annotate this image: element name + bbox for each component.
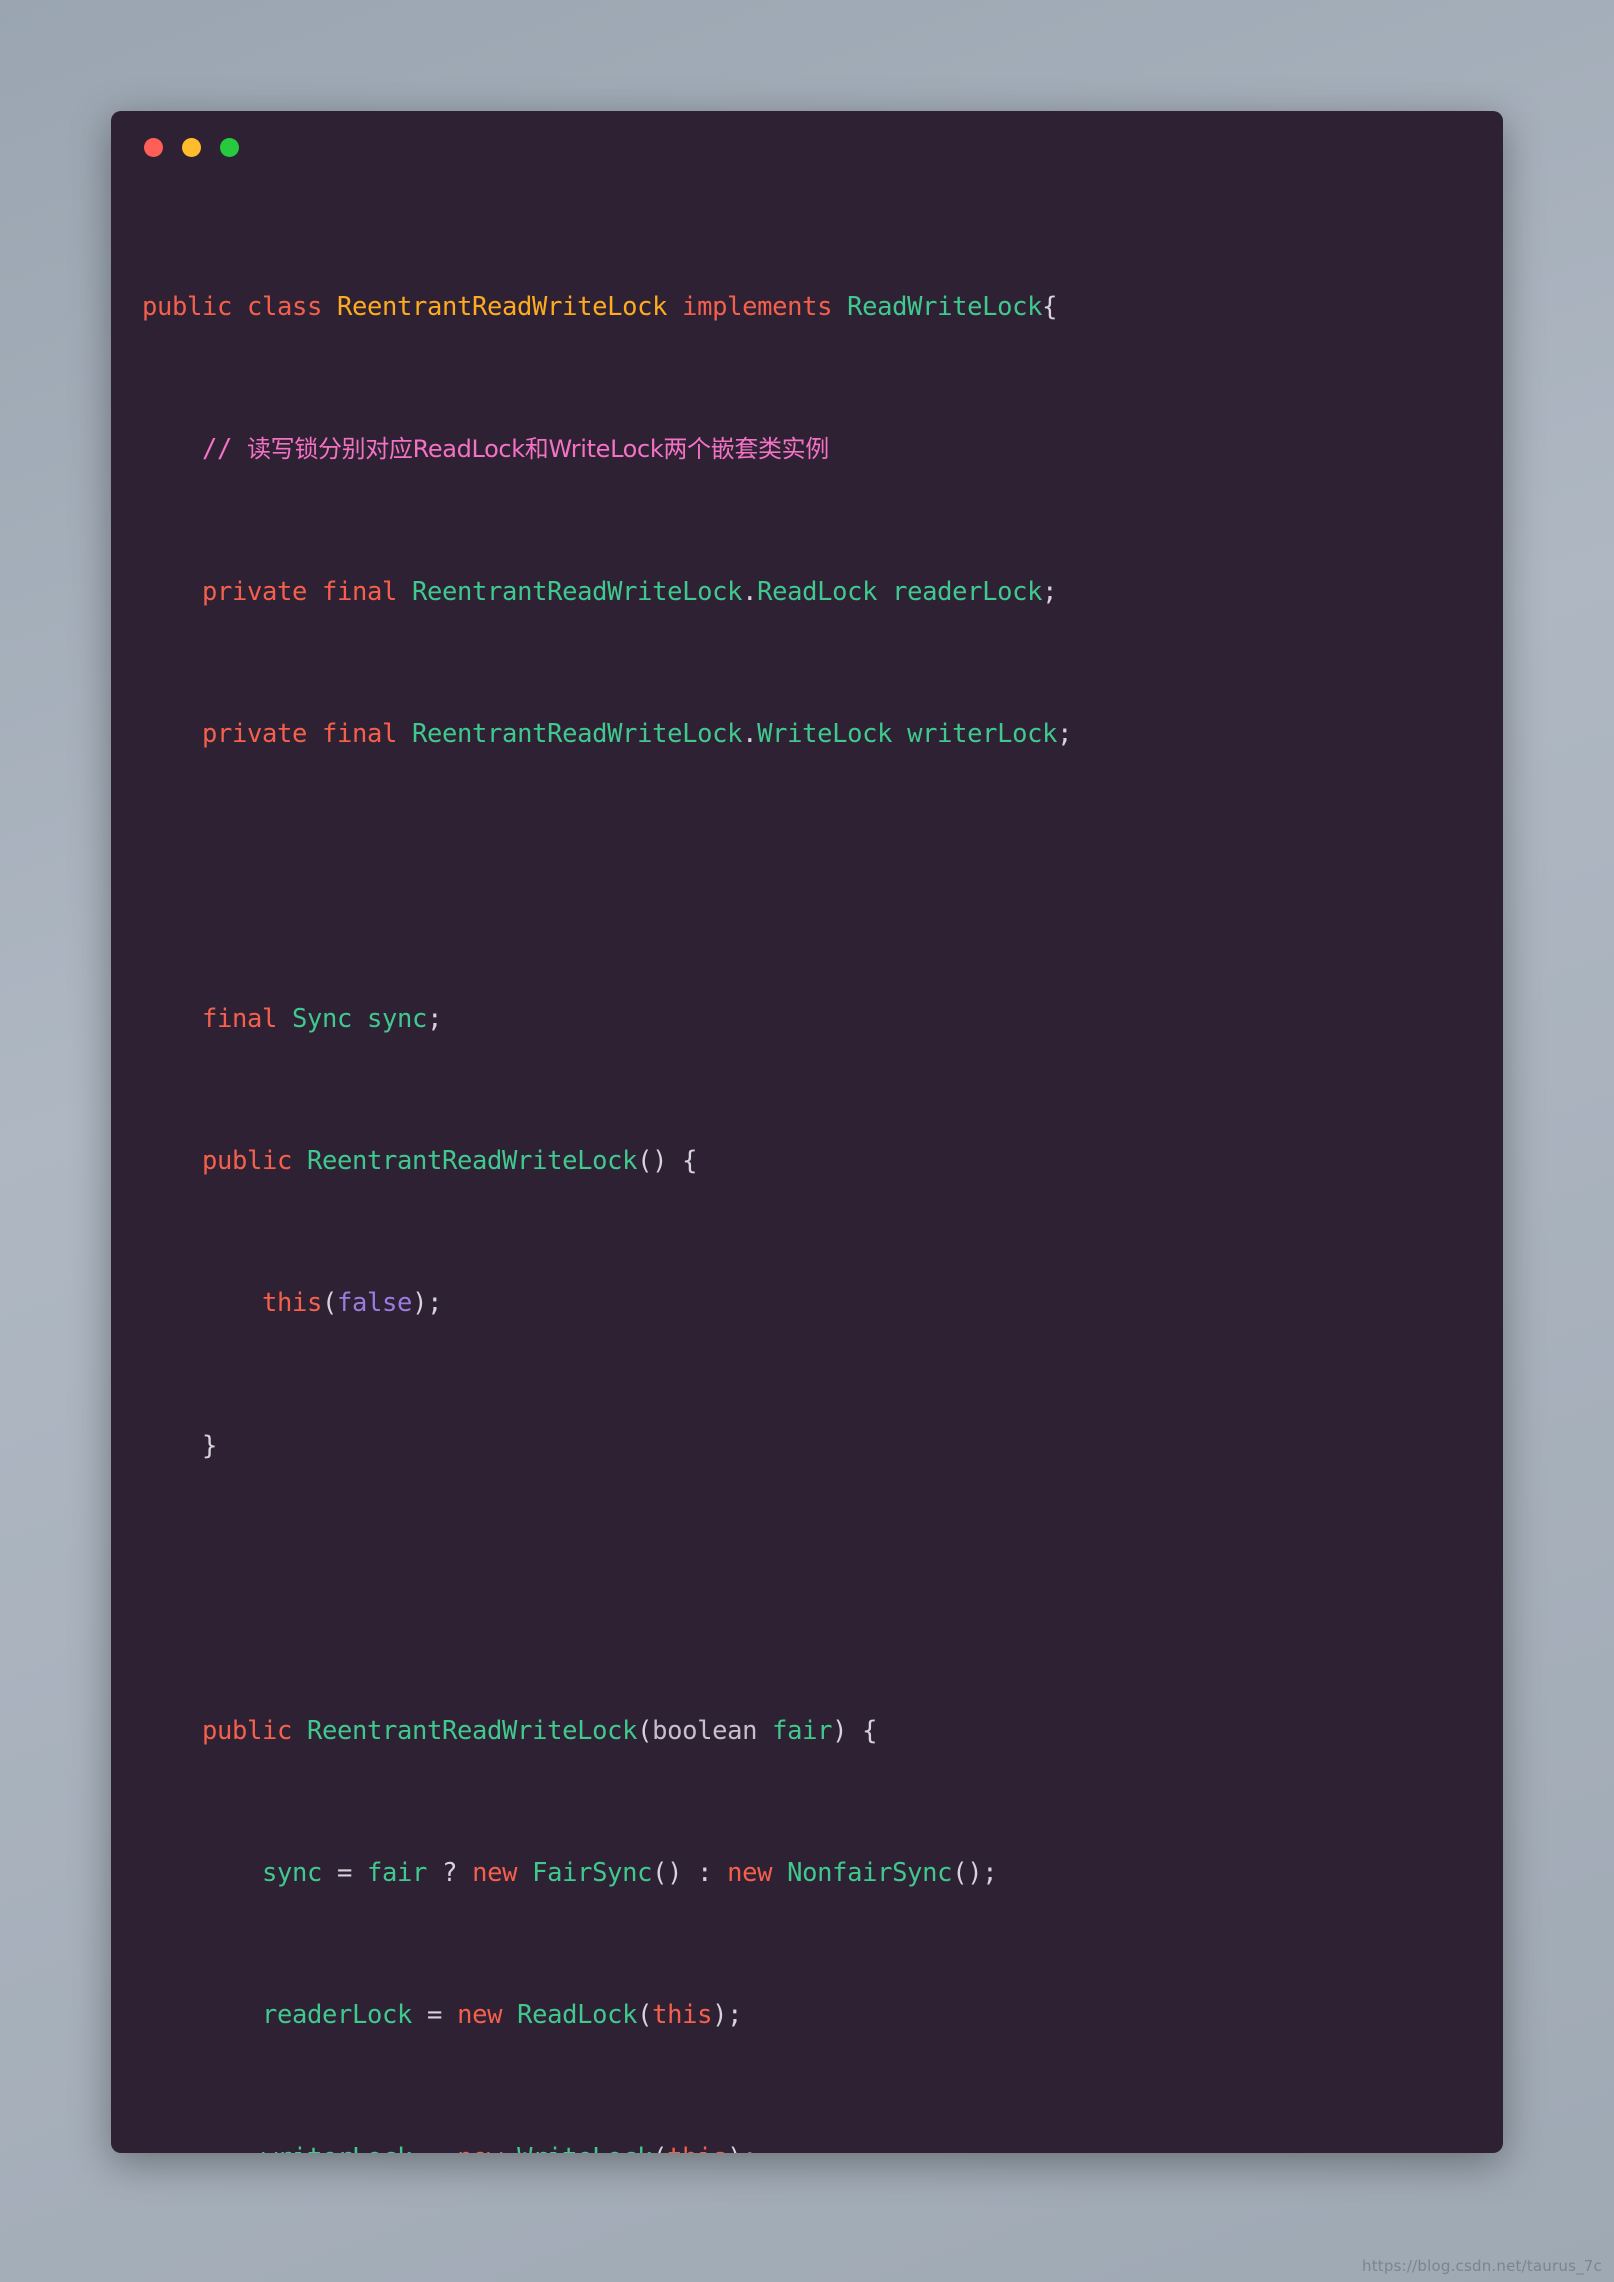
code-line: writerLock = new WriteLock(this); [111, 2141, 1503, 2153]
maximize-button[interactable] [220, 137, 239, 157]
code-line: private final ReentrantReadWriteLock.Rea… [142, 576, 1058, 607]
code-line: public class ReentrantReadWriteLock impl… [142, 291, 1058, 322]
code-line: } [142, 1430, 218, 1461]
code-line: final Sync sync; [142, 1003, 443, 1034]
code-line: readerLock = new ReadLock(this); [142, 2000, 743, 2031]
code-line: public ReentrantReadWriteLock(boolean fa… [142, 1715, 878, 1746]
code-line: sync = fair ? new FairSync() : new Nonfa… [142, 1857, 998, 1888]
window-titlebar [111, 111, 1503, 183]
watermark: https://blog.csdn.net/taurus_7c [1361, 2257, 1602, 2275]
code-line: public ReentrantReadWriteLock() { [142, 1146, 698, 1177]
code-line: this(false); [142, 1288, 443, 1319]
code-line: // 读写锁分别对应ReadLock和WriteLock两个嵌套类实例 [142, 434, 829, 465]
code-block[interactable]: public class ReentrantReadWriteLock impl… [111, 183, 1503, 2153]
code-line: private final ReentrantReadWriteLock.Wri… [142, 718, 1073, 749]
code-window: public class ReentrantReadWriteLock impl… [111, 111, 1503, 2153]
close-button[interactable] [144, 137, 163, 157]
minimize-button[interactable] [182, 137, 201, 157]
